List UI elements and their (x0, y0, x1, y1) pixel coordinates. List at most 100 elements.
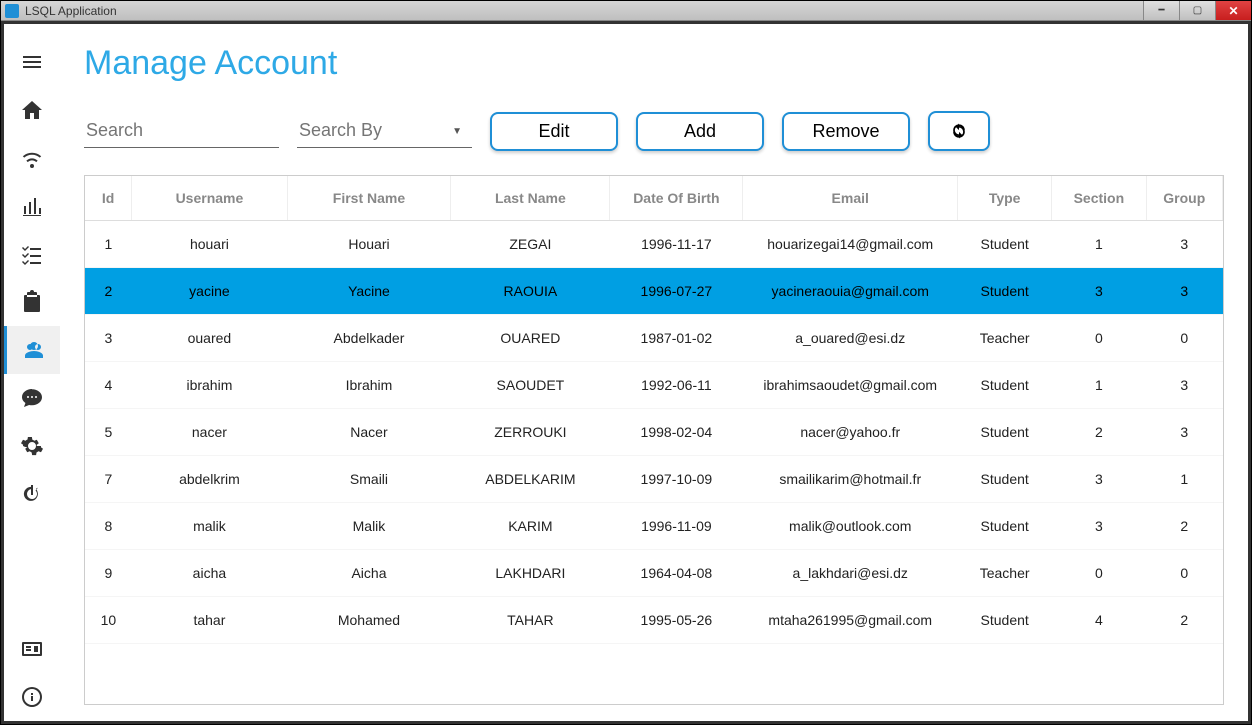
table-cell: 3 (1052, 503, 1146, 550)
table-cell: houarizegai14@gmail.com (743, 221, 958, 268)
table-cell: malik (132, 503, 287, 550)
table-cell: Malik (287, 503, 451, 550)
table-scroll[interactable]: IdUsernameFirst NameLast NameDate Of Bir… (85, 176, 1223, 704)
table-row[interactable]: 4ibrahimIbrahimSAOUDET1992-06-11ibrahims… (85, 362, 1223, 409)
edit-button[interactable]: Edit (490, 112, 618, 151)
table-cell: Student (958, 409, 1052, 456)
table-cell: 1996-07-27 (610, 268, 743, 315)
table-row[interactable]: 3ouaredAbdelkaderOUARED1987-01-02a_ouare… (85, 315, 1223, 362)
table-cell: Student (958, 362, 1052, 409)
sidebar-card[interactable] (4, 625, 60, 673)
sidebar-chat[interactable] (4, 374, 60, 422)
table-cell: 8 (85, 503, 132, 550)
home-icon (20, 98, 44, 122)
close-button[interactable]: ✕ (1215, 1, 1251, 20)
column-header[interactable]: Last Name (451, 176, 610, 221)
table-row[interactable]: 1houariHouariZEGAI1996-11-17houarizegai1… (85, 221, 1223, 268)
table-cell: Student (958, 456, 1052, 503)
table-cell: mtaha261995@gmail.com (743, 597, 958, 644)
table-cell: Student (958, 268, 1052, 315)
table-cell: 2 (85, 268, 132, 315)
sidebar (4, 24, 60, 721)
table-cell: 1992-06-11 (610, 362, 743, 409)
titlebar: LSQL Application ━ ▢ ✕ (1, 1, 1251, 21)
wifi-icon (20, 146, 44, 170)
table-cell: abdelkrim (132, 456, 287, 503)
table-cell: 1996-11-09 (610, 503, 743, 550)
table-cell: aicha (132, 550, 287, 597)
table-cell: OUARED (451, 315, 610, 362)
sidebar-wifi[interactable] (4, 134, 60, 182)
table-cell: 0 (1146, 315, 1222, 362)
chat-icon (20, 386, 44, 410)
table-cell: 0 (1146, 550, 1222, 597)
column-header[interactable]: Id (85, 176, 132, 221)
window-title: LSQL Application (25, 4, 1247, 18)
table-row[interactable]: 5nacerNacerZERROUKI1998-02-04nacer@yahoo… (85, 409, 1223, 456)
table-cell: nacer@yahoo.fr (743, 409, 958, 456)
search-input[interactable] (84, 114, 279, 148)
minimize-button[interactable]: ━ (1143, 1, 1179, 20)
sidebar-users[interactable] (4, 326, 60, 374)
table-cell: 1 (1052, 362, 1146, 409)
table-cell: 1996-11-17 (610, 221, 743, 268)
table-cell: 3 (1146, 221, 1222, 268)
sidebar-tasks[interactable] (4, 230, 60, 278)
table-cell: a_lakhdari@esi.dz (743, 550, 958, 597)
table-header-row: IdUsernameFirst NameLast NameDate Of Bir… (85, 176, 1223, 221)
table-row[interactable]: 9aichaAichaLAKHDARI1964-04-08a_lakhdari@… (85, 550, 1223, 597)
maximize-button[interactable]: ▢ (1179, 1, 1215, 20)
remove-button[interactable]: Remove (782, 112, 910, 151)
sidebar-analytics[interactable] (4, 182, 60, 230)
table-cell: LAKHDARI (451, 550, 610, 597)
info-icon (20, 685, 44, 709)
sidebar-clipboard[interactable] (4, 278, 60, 326)
table-cell: 4 (1052, 597, 1146, 644)
refresh-button[interactable] (928, 111, 990, 151)
accounts-table: IdUsernameFirst NameLast NameDate Of Bir… (85, 176, 1223, 644)
table-cell: 7 (85, 456, 132, 503)
app-icon (5, 4, 19, 18)
table-cell: TAHAR (451, 597, 610, 644)
column-header[interactable]: Group (1146, 176, 1222, 221)
column-header[interactable]: Section (1052, 176, 1146, 221)
table-cell: 9 (85, 550, 132, 597)
table-row[interactable]: 8malikMalikKARIM1996-11-09malik@outlook.… (85, 503, 1223, 550)
table-cell: houari (132, 221, 287, 268)
column-header[interactable]: First Name (287, 176, 451, 221)
table-cell: 3 (1146, 268, 1222, 315)
table-cell: SAOUDET (451, 362, 610, 409)
page-title: Manage Account (84, 44, 1224, 83)
column-header[interactable]: Type (958, 176, 1052, 221)
table-container: IdUsernameFirst NameLast NameDate Of Bir… (84, 175, 1224, 705)
table-cell: Nacer (287, 409, 451, 456)
sidebar-menu[interactable] (4, 38, 60, 86)
table-cell: Ibrahim (287, 362, 451, 409)
search-by-select[interactable] (297, 114, 472, 148)
table-cell: 0 (1052, 315, 1146, 362)
table-cell: Houari (287, 221, 451, 268)
table-cell: 3 (1052, 268, 1146, 315)
table-body: 1houariHouariZEGAI1996-11-17houarizegai1… (85, 221, 1223, 644)
table-row[interactable]: 10taharMohamedTAHAR1995-05-26mtaha261995… (85, 597, 1223, 644)
column-header[interactable]: Email (743, 176, 958, 221)
column-header[interactable]: Username (132, 176, 287, 221)
table-cell: 1995-05-26 (610, 597, 743, 644)
table-cell: yacineraouia@gmail.com (743, 268, 958, 315)
column-header[interactable]: Date Of Birth (610, 176, 743, 221)
table-row[interactable]: 2yacineYacineRAOUIA1996-07-27yacineraoui… (85, 268, 1223, 315)
sidebar-settings[interactable] (4, 422, 60, 470)
table-cell: Student (958, 221, 1052, 268)
table-cell: 2 (1052, 409, 1146, 456)
table-cell: Abdelkader (287, 315, 451, 362)
table-cell: 2 (1146, 503, 1222, 550)
add-button[interactable]: Add (636, 112, 764, 151)
table-cell: ibrahim (132, 362, 287, 409)
table-cell: 3 (1146, 409, 1222, 456)
sidebar-info[interactable] (4, 673, 60, 721)
sidebar-power[interactable] (4, 470, 60, 518)
table-cell: RAOUIA (451, 268, 610, 315)
table-cell: 0 (1052, 550, 1146, 597)
table-row[interactable]: 7abdelkrimSmailiABDELKARIM1997-10-09smai… (85, 456, 1223, 503)
sidebar-home[interactable] (4, 86, 60, 134)
